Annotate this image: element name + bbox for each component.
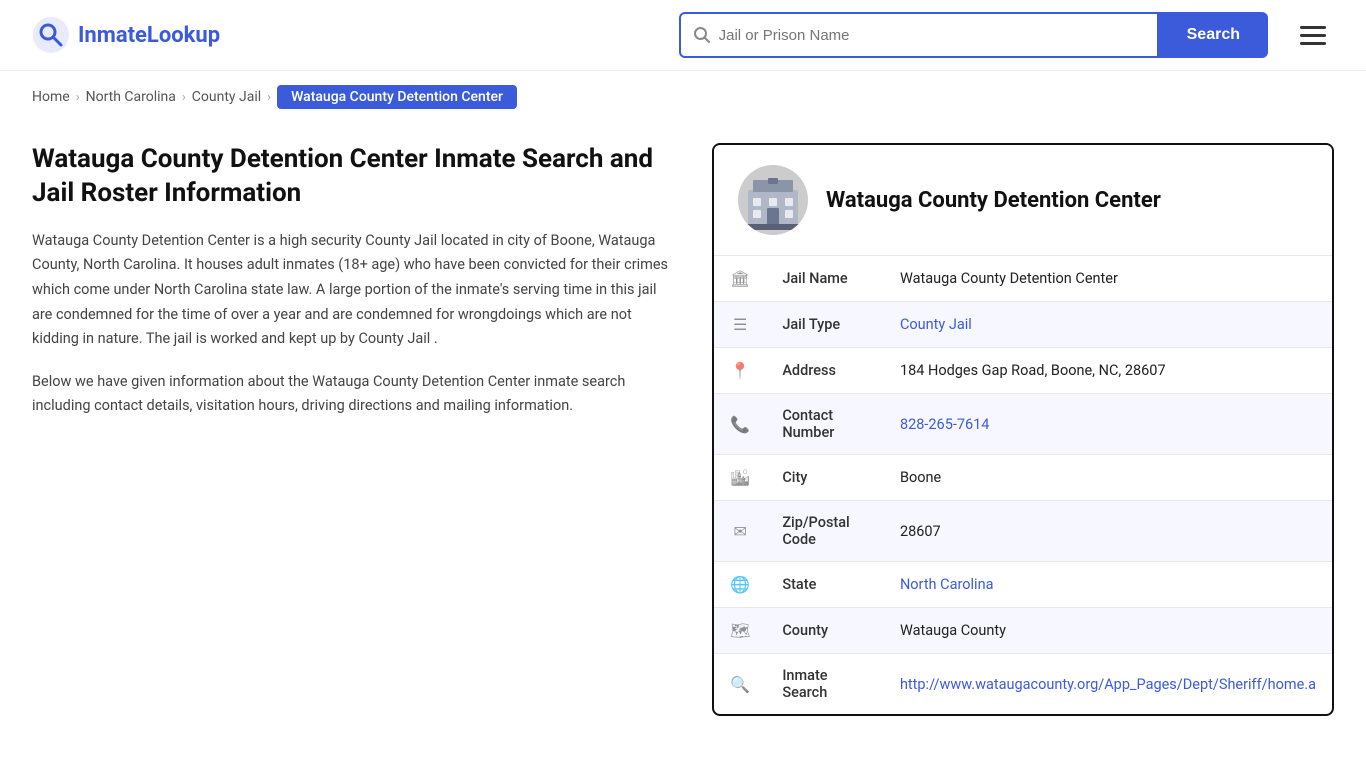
search-box (679, 12, 1159, 58)
hamburger-line2 (1300, 34, 1326, 37)
facility-card-title: Watauga County Detention Center (826, 188, 1161, 213)
header: InmateLookup Search (0, 0, 1366, 71)
row-value[interactable]: North Carolina (884, 562, 1332, 608)
card-header: Watauga County Detention Center (714, 145, 1332, 255)
row-icon-cell: 🌐 (714, 562, 766, 608)
left-content: Watauga County Detention Center Inmate S… (32, 143, 672, 419)
row-link[interactable]: 828-265-7614 (900, 416, 990, 433)
row-icon-cell: 🗺 (714, 608, 766, 654)
page-description-2: Below we have given information about th… (32, 370, 672, 419)
row-icon-cell: 🏙 (714, 455, 766, 501)
row-link[interactable]: County Jail (900, 316, 972, 333)
row-label: Zip/Postal Code (766, 501, 884, 562)
row-value: 184 Hodges Gap Road, Boone, NC, 28607 (884, 348, 1332, 394)
row-icon: 📍 (730, 361, 750, 380)
row-icon-cell: 🔍 (714, 654, 766, 715)
row-icon-cell: 🏛 (714, 256, 766, 302)
facility-card: Watauga County Detention Center 🏛 Jail Na… (712, 143, 1334, 716)
logo-text: InmateLookup (78, 23, 220, 48)
table-row: ✉ Zip/Postal Code28607 (714, 501, 1332, 562)
row-label: County (766, 608, 884, 654)
search-button[interactable]: Search (1159, 12, 1268, 58)
logo[interactable]: InmateLookup (32, 16, 220, 54)
row-icon: 🏛 (730, 269, 750, 288)
table-row: 🗺 CountyWatauga County (714, 608, 1332, 654)
breadcrumb: Home › North Carolina › County Jail › Wa… (0, 71, 1366, 123)
row-label: Jail Type (766, 302, 884, 348)
row-value[interactable]: http://www.wataugacounty.org/App_Pages/D… (884, 654, 1332, 715)
table-row: 🔍 Inmate Search http://www.wataugacounty.o… (714, 654, 1332, 715)
breadcrumb-type[interactable]: County Jail (192, 89, 261, 105)
info-table: 🏛 Jail NameWatauga County Detention Cente… (714, 255, 1332, 714)
breadcrumb-current: Watauga County Detention Center (277, 85, 517, 109)
breadcrumb-sep2: › (182, 90, 186, 105)
facility-building-icon (743, 170, 803, 230)
page-description-1: Watauga County Detention Center is a hig… (32, 229, 672, 352)
row-link[interactable]: North Carolina (900, 576, 994, 593)
row-icon: 🗺 (730, 621, 750, 640)
table-row: 🌐 State North Carolina (714, 562, 1332, 608)
row-label: City (766, 455, 884, 501)
row-icon: 🌐 (730, 575, 750, 594)
breadcrumb-sep3: › (267, 90, 271, 105)
search-icon (693, 26, 711, 44)
row-value: Watauga County (884, 608, 1332, 654)
row-link[interactable]: http://www.wataugacounty.org/App_Pages/D… (900, 676, 1316, 693)
row-value[interactable]: County Jail (884, 302, 1332, 348)
row-icon: ☰ (733, 315, 747, 334)
row-value: 28607 (884, 501, 1332, 562)
hamburger-line3 (1300, 42, 1326, 45)
row-icon-cell: 📞 (714, 394, 766, 455)
menu-button[interactable] (1292, 18, 1334, 53)
row-icon: 🏙 (730, 468, 750, 487)
table-row: ☰ Jail Type County Jail (714, 302, 1332, 348)
row-icon: 📞 (730, 415, 750, 434)
page-title: Watauga County Detention Center Inmate S… (32, 143, 672, 211)
row-label: State (766, 562, 884, 608)
row-value: Boone (884, 455, 1332, 501)
table-row: 📍 Address184 Hodges Gap Road, Boone, NC, … (714, 348, 1332, 394)
row-label: Jail Name (766, 256, 884, 302)
search-area: Search (679, 12, 1334, 58)
row-icon-cell: 📍 (714, 348, 766, 394)
breadcrumb-home[interactable]: Home (32, 89, 70, 105)
breadcrumb-state[interactable]: North Carolina (86, 89, 176, 105)
row-value[interactable]: 828-265-7614 (884, 394, 1332, 455)
hamburger-line1 (1300, 26, 1326, 29)
main-layout: Watauga County Detention Center Inmate S… (0, 123, 1366, 756)
breadcrumb-sep1: › (76, 90, 80, 105)
row-label: Contact Number (766, 394, 884, 455)
row-icon-cell: ✉ (714, 501, 766, 562)
row-value: Watauga County Detention Center (884, 256, 1332, 302)
row-icon: ✉ (733, 522, 746, 541)
row-icon: 🔍 (730, 675, 750, 694)
row-label: Inmate Search (766, 654, 884, 715)
search-input[interactable] (719, 27, 1145, 44)
table-row: 📞 Contact Number 828-265-7614 (714, 394, 1332, 455)
table-row: 🏙 CityBoone (714, 455, 1332, 501)
logo-icon (32, 16, 70, 54)
row-label: Address (766, 348, 884, 394)
facility-image (738, 165, 808, 235)
table-row: 🏛 Jail NameWatauga County Detention Cente… (714, 256, 1332, 302)
row-icon-cell: ☰ (714, 302, 766, 348)
